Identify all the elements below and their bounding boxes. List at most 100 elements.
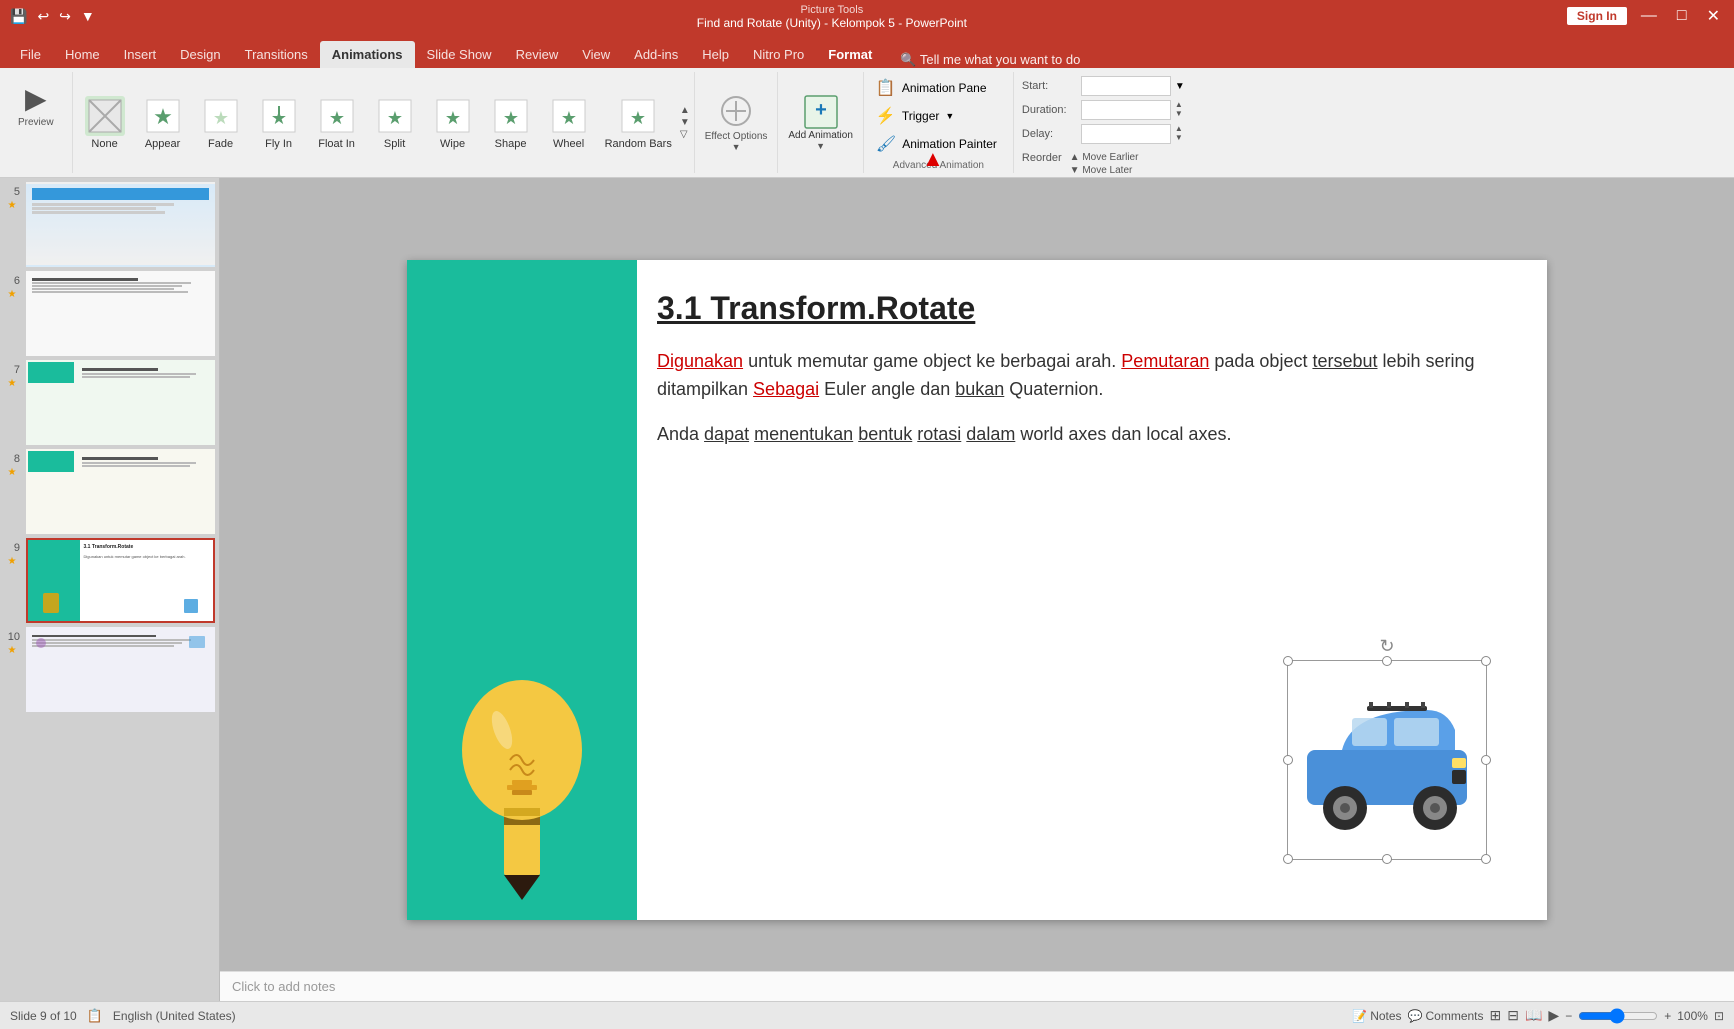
animation-pane-button[interactable]: 📋 Animation Pane	[872, 76, 1005, 100]
undo-icon[interactable]: ↩	[35, 8, 51, 25]
duration-input[interactable]	[1081, 100, 1171, 120]
sign-in-button[interactable]: Sign In	[1567, 7, 1627, 25]
tab-format[interactable]: Format	[816, 41, 884, 68]
anim-shape-button[interactable]: ★ Shape	[483, 92, 539, 154]
tell-me-input[interactable]: 🔍 Tell me what you want to do	[900, 52, 1080, 68]
handle-bottom-left[interactable]	[1283, 854, 1293, 864]
delay-input[interactable]	[1081, 124, 1171, 144]
slideshow-button[interactable]: ▶	[1548, 1007, 1559, 1024]
normal-view-button[interactable]: ⊞	[1490, 1007, 1502, 1024]
tab-insert[interactable]: Insert	[112, 41, 169, 68]
car-container[interactable]: ↻	[1287, 660, 1487, 860]
close-button[interactable]: ✕	[1701, 6, 1726, 26]
anim-wheel-button[interactable]: ★ Wheel	[541, 92, 597, 154]
slide-canvas[interactable]: 3.1 Transform.Rotate Digunakan untuk mem…	[407, 260, 1547, 920]
notes-placeholder-area[interactable]: Click to add notes	[220, 971, 1734, 1001]
anim-wipe-button[interactable]: ★ Wipe	[425, 92, 481, 154]
anim-randombars-button[interactable]: ★ Random Bars	[599, 92, 678, 154]
slide-7-thumb[interactable]	[26, 360, 215, 445]
slide-item-8[interactable]: 8 ★	[4, 449, 215, 534]
zoom-out-button[interactable]: −	[1565, 1009, 1572, 1023]
tab-view[interactable]: View	[570, 41, 622, 68]
reading-view-button[interactable]: 📖	[1525, 1007, 1542, 1024]
tab-file[interactable]: File	[8, 41, 53, 68]
effect-options-group[interactable]: Effect Options ▼	[695, 72, 779, 173]
move-later-button[interactable]: ▼ Move Later	[1070, 165, 1139, 176]
slide-8-thumb[interactable]	[26, 449, 215, 534]
floatin-label: Float In	[318, 138, 355, 150]
tab-review[interactable]: Review	[504, 41, 571, 68]
start-input[interactable]	[1081, 76, 1171, 96]
tab-design[interactable]: Design	[168, 41, 232, 68]
slide-5-thumb[interactable]	[26, 182, 215, 267]
wipe-icon: ★	[433, 96, 473, 136]
comments-button[interactable]: 💬 Comments	[1408, 1009, 1484, 1023]
handle-top-left[interactable]	[1283, 656, 1293, 666]
scroll-more-arrow[interactable]: ▽	[680, 129, 690, 141]
trigger-button[interactable]: ⚡ Trigger ▼	[872, 104, 1005, 128]
slide-6-meta: 6 ★	[4, 271, 20, 300]
zoom-level: 100%	[1677, 1009, 1708, 1023]
randombars-icon: ★	[618, 96, 658, 136]
delay-row: Delay: ▲ ▼	[1022, 124, 1186, 144]
tab-nitropro[interactable]: Nitro Pro	[741, 41, 816, 68]
slide-item-6[interactable]: 6 ★	[4, 271, 215, 356]
handle-bottom-middle[interactable]	[1382, 854, 1392, 864]
scroll-up-arrow[interactable]: ▲	[680, 105, 690, 117]
slide-item-7[interactable]: 7 ★	[4, 360, 215, 445]
tab-animations[interactable]: Animations	[320, 41, 415, 68]
slide-6-inner	[28, 273, 213, 354]
minimize-button[interactable]: —	[1635, 7, 1663, 25]
picture-tools-label: Picture Tools	[800, 4, 863, 16]
anim-flyin-button[interactable]: ★ Fly In	[251, 92, 307, 154]
maximize-button[interactable]: □	[1671, 7, 1693, 25]
slide-5-meta: 5 ★	[4, 182, 20, 211]
slide-item-9[interactable]: 9 ★ 3.1 Transform.Rotate Digunakan untuk…	[4, 538, 215, 623]
tab-addins[interactable]: Add-ins	[622, 41, 690, 68]
zoom-in-button[interactable]: +	[1664, 1009, 1671, 1023]
anim-split-button[interactable]: ★ Split	[367, 92, 423, 154]
tab-home[interactable]: Home	[53, 41, 112, 68]
start-dropdown-arrow[interactable]: ▼	[1175, 81, 1185, 92]
handle-top-right[interactable]	[1481, 656, 1491, 666]
slide-item-5[interactable]: 5 ★	[4, 182, 215, 267]
handle-top-middle[interactable]	[1382, 656, 1392, 666]
save-icon[interactable]: 💾	[8, 8, 29, 25]
anim-floatin-button[interactable]: ★ Float In	[309, 92, 365, 154]
preview-button[interactable]: ▶ Preview	[10, 76, 62, 134]
anim-appear-button[interactable]: ★ Appear	[135, 92, 191, 154]
bentuk-text: bentuk	[858, 424, 912, 444]
anim-none-button[interactable]: None	[77, 92, 133, 154]
handle-middle-right[interactable]	[1481, 755, 1491, 765]
slide-sorter-button[interactable]: ⊟	[1507, 1007, 1519, 1024]
slide-7-meta: 7 ★	[4, 360, 20, 389]
trigger-icon: ⚡	[876, 106, 896, 126]
tab-transitions[interactable]: Transitions	[233, 41, 320, 68]
zoom-slider[interactable]	[1578, 1009, 1658, 1023]
tab-help[interactable]: Help	[690, 41, 741, 68]
add-animation-group: + Add Animation ▼	[778, 72, 864, 173]
slide-panel[interactable]: 5 ★ 6 ★	[0, 178, 220, 1001]
anim-fade-button[interactable]: ★ Fade	[193, 92, 249, 154]
slide-6-thumb[interactable]	[26, 271, 215, 356]
redo-icon[interactable]: ↪	[57, 8, 73, 25]
slide-10-thumb[interactable]	[26, 627, 215, 712]
customize-icon[interactable]: ▼	[79, 8, 97, 24]
slide-9-thumb[interactable]: 3.1 Transform.Rotate Digunakan untuk mem…	[26, 538, 215, 623]
none-label: None	[91, 138, 117, 150]
handle-bottom-right[interactable]	[1481, 854, 1491, 864]
trigger-label: Trigger	[902, 109, 940, 123]
notes-button[interactable]: 📝 Notes	[1352, 1009, 1401, 1023]
slide-info-icon[interactable]: 📋	[87, 1008, 103, 1024]
fade-label: Fade	[208, 138, 233, 150]
fit-slide-button[interactable]: ⊡	[1714, 1009, 1724, 1023]
move-earlier-button[interactable]: ▲ Move Earlier	[1070, 152, 1139, 163]
tab-slideshow[interactable]: Slide Show	[415, 41, 504, 68]
rotate-handle[interactable]: ↻	[1379, 636, 1394, 657]
handle-middle-left[interactable]	[1283, 755, 1293, 765]
duration-down-arrow[interactable]: ▼	[1175, 110, 1183, 119]
delay-down-arrow[interactable]: ▼	[1175, 134, 1183, 143]
slide-item-10[interactable]: 10 ★	[4, 627, 215, 712]
scroll-down-arrow[interactable]: ▼	[680, 117, 690, 129]
notes-placeholder-text: Click to add notes	[232, 979, 335, 994]
